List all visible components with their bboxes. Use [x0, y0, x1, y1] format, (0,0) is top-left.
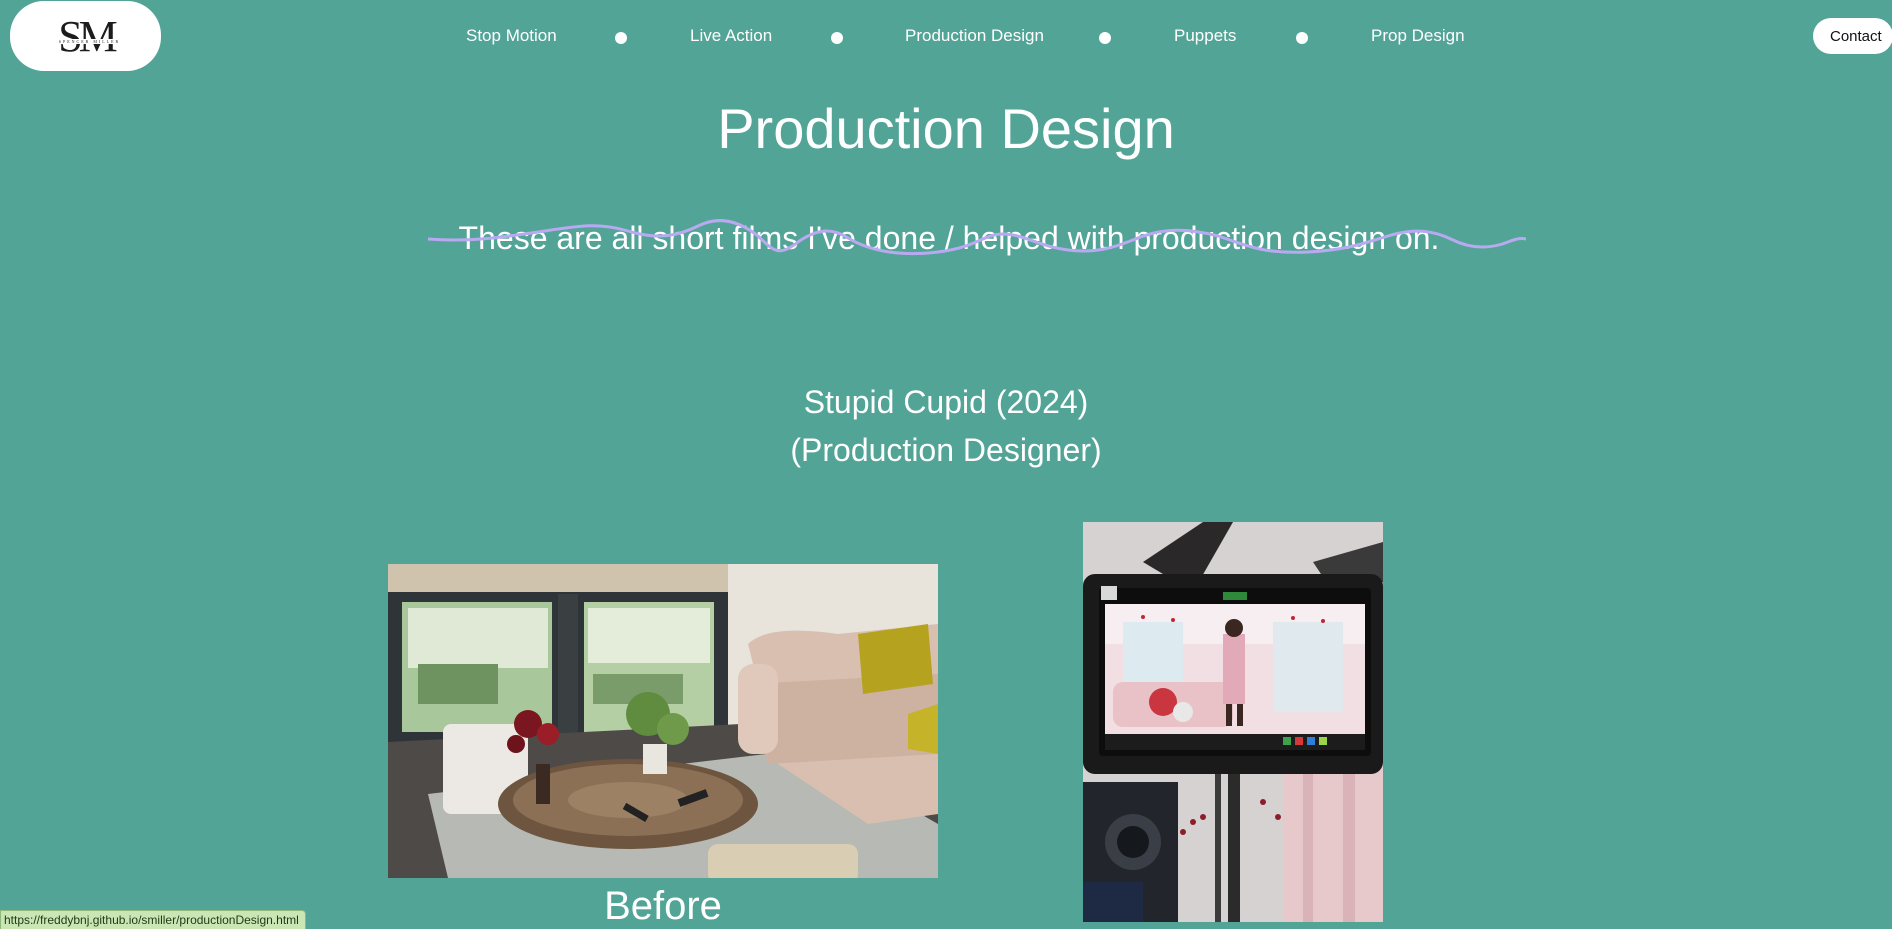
main-nav: Stop Motion Live Action Production Desig… — [0, 0, 1892, 74]
status-bar-url: https://freddybnj.github.io/smiller/prod… — [0, 910, 306, 929]
living-room-before-photo[interactable] — [388, 564, 938, 878]
nav-separator-dot — [615, 32, 627, 44]
subtitle-block: These are all short films I've done / he… — [428, 212, 1526, 262]
page: SM SPENCER MILLER Stop Motion Live Actio… — [0, 0, 1892, 929]
film-title: Stupid Cupid (2024) — [803, 384, 1089, 420]
nav-link-prop-design[interactable]: Prop Design — [1371, 26, 1465, 46]
nav-link-live-action[interactable]: Live Action — [690, 26, 772, 46]
squiggle-underline-icon — [428, 219, 1526, 256]
film-role: (Production Designer) — [790, 432, 1102, 468]
nav-separator-dot — [1296, 32, 1308, 44]
nav-link-stop-motion[interactable]: Stop Motion — [466, 26, 557, 46]
nav-link-puppets[interactable]: Puppets — [1174, 26, 1236, 46]
contact-button[interactable]: Contact — [1813, 18, 1892, 54]
film-heading: Stupid Cupid (2024) (Production Designer… — [0, 378, 1892, 474]
nav-separator-dot — [831, 32, 843, 44]
page-title: Production Design — [717, 97, 1175, 160]
monitor-on-set-photo[interactable] — [1083, 522, 1383, 922]
before-caption: Before — [604, 884, 722, 928]
nav-link-production-design[interactable]: Production Design — [905, 26, 1044, 46]
nav-separator-dot — [1099, 32, 1111, 44]
